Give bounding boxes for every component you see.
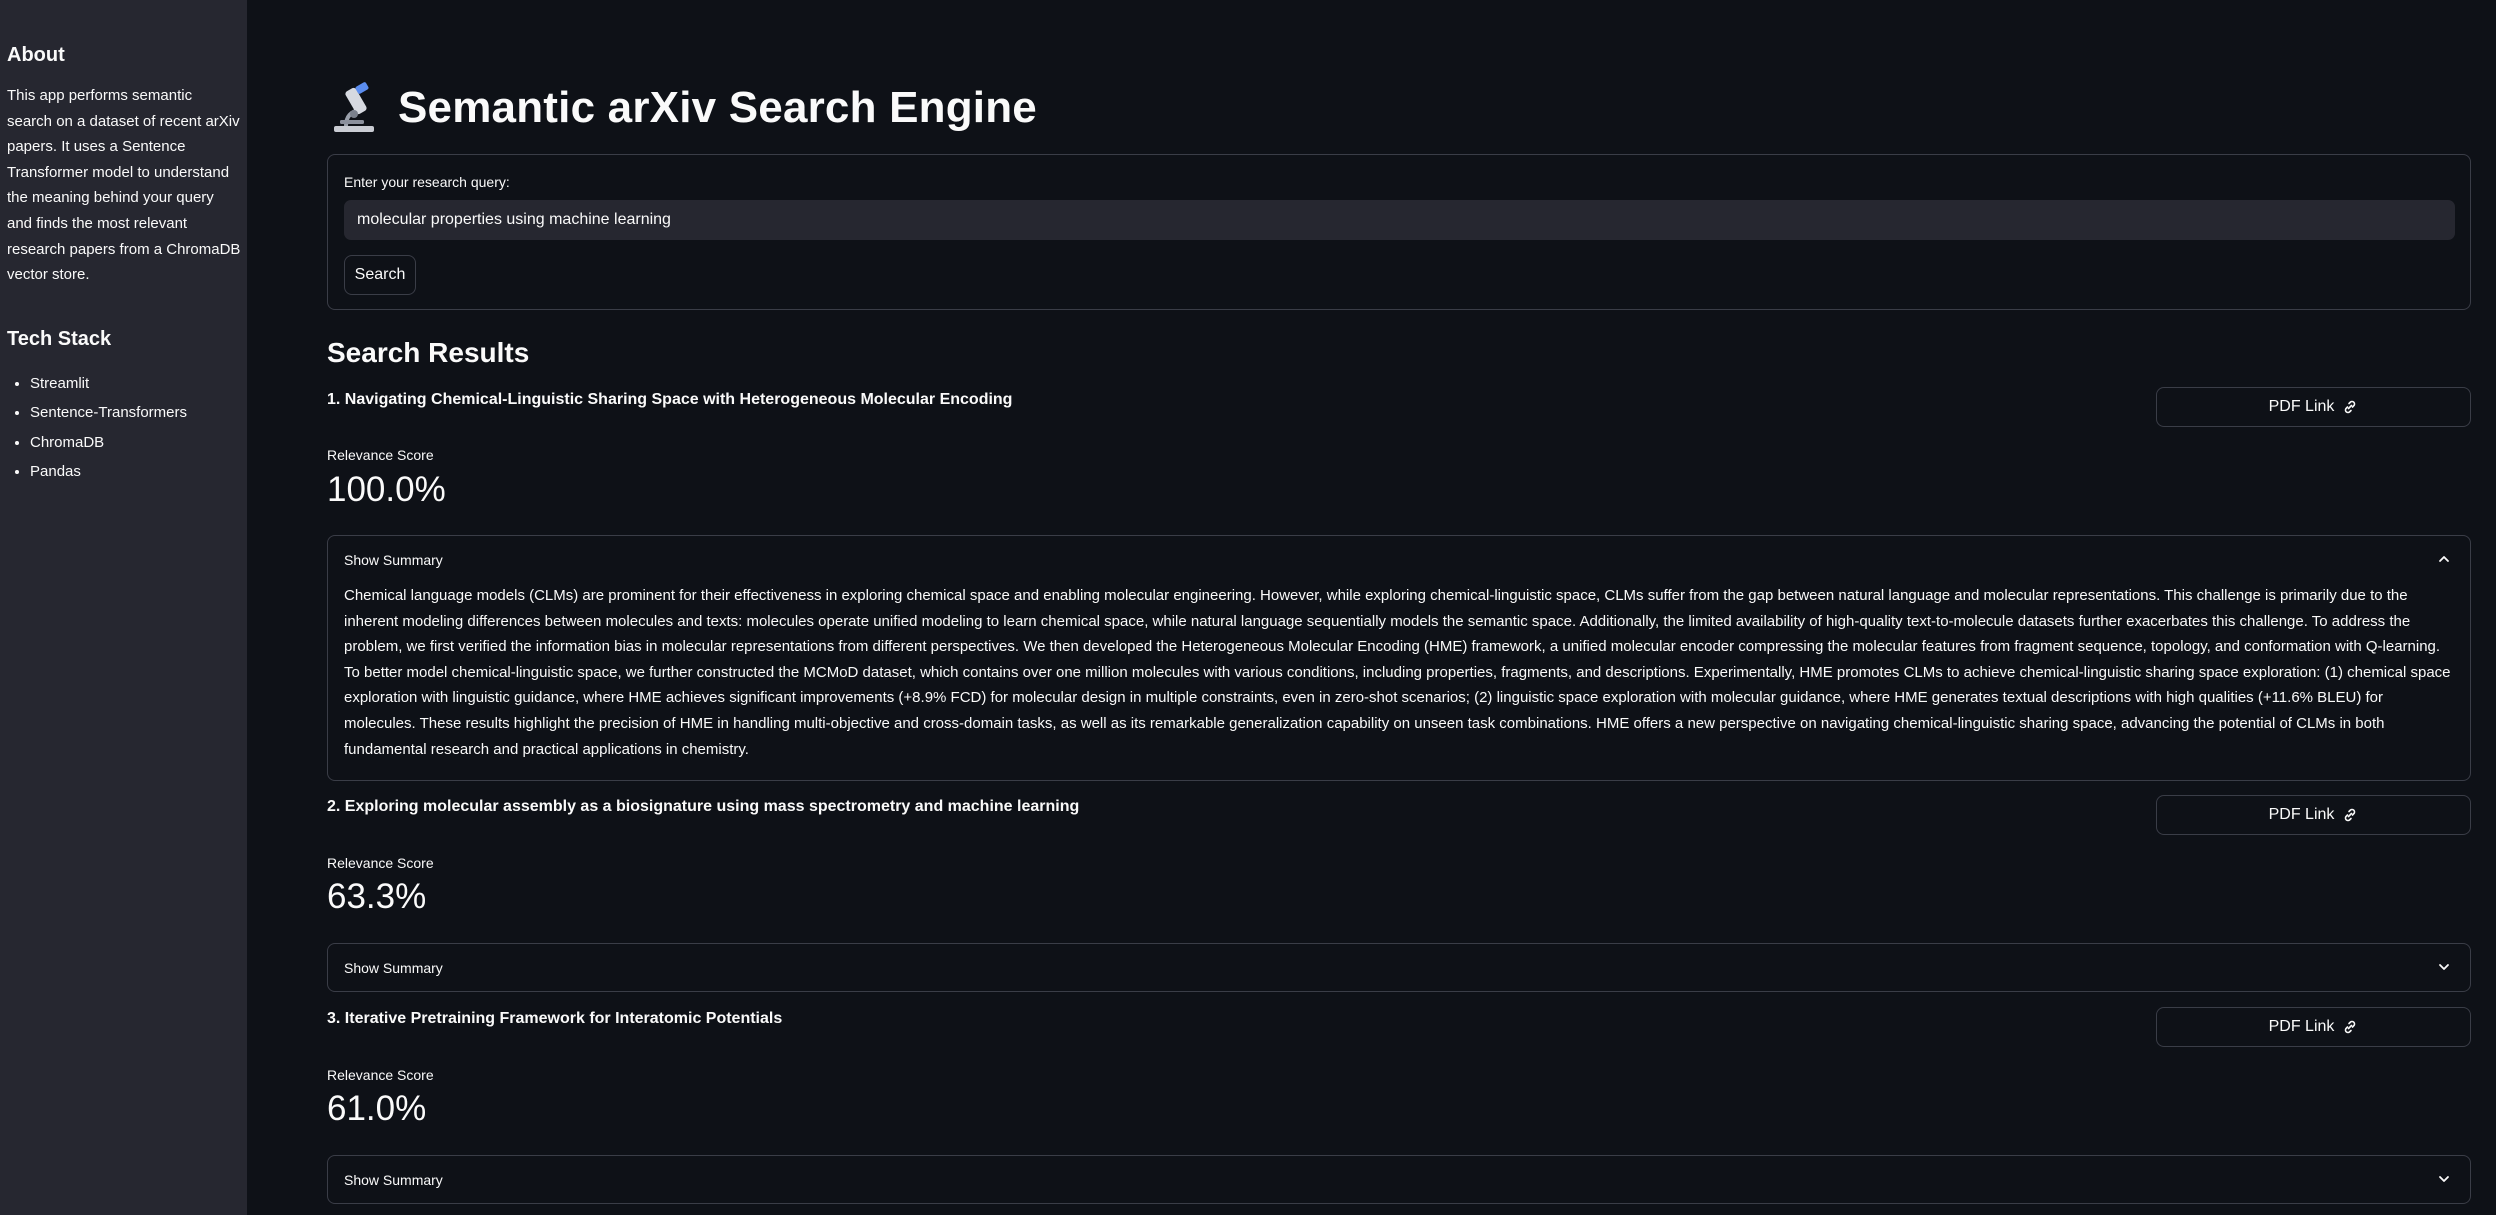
- score-label: Relevance Score: [327, 1067, 434, 1083]
- tech-item: Sentence-Transformers: [30, 398, 241, 428]
- search-input[interactable]: molecular properties using machine learn…: [344, 200, 2455, 240]
- summary-toggle[interactable]: Show Summary: [328, 536, 2470, 583]
- link-icon: [2345, 1020, 2356, 1034]
- pdf-link-label: PDF Link: [2268, 1018, 2335, 1035]
- tech-item: Pandas: [30, 457, 241, 487]
- pdf-link-label: PDF Link: [2268, 806, 2335, 823]
- pdf-link-button[interactable]: PDF Link: [2156, 795, 2471, 835]
- pdf-link-label: PDF Link: [2268, 398, 2335, 415]
- link-icon: [2345, 808, 2356, 822]
- query-label: Enter your research query:: [344, 174, 510, 190]
- chevron-down-icon: [2439, 1176, 2449, 1182]
- summary-toggle[interactable]: Show Summary: [328, 944, 2470, 991]
- page-header: Semantic arXiv Search Engine: [330, 82, 1037, 134]
- summary-text: Chemical language models (CLMs) are prom…: [344, 587, 2451, 758]
- result-title: 1. Navigating Chemical-Linguistic Sharin…: [327, 391, 1013, 408]
- chevron-down-icon: [2439, 964, 2449, 970]
- search-form: Enter your research query: molecular pro…: [327, 154, 2471, 310]
- summary-toggle-label: Show Summary: [344, 551, 443, 568]
- summary-expander: Show Summary: [327, 1155, 2471, 1204]
- page-title: Semantic arXiv Search Engine: [398, 83, 1037, 132]
- result-title: 3. Iterative Pretraining Framework for I…: [327, 1010, 783, 1027]
- about-title: About: [7, 44, 65, 66]
- summary-toggle[interactable]: Show Summary: [328, 1156, 2470, 1203]
- score-value: 63.3%: [327, 877, 427, 916]
- summary-toggle-label: Show Summary: [344, 1171, 443, 1188]
- summary-toggle-label: Show Summary: [344, 959, 443, 976]
- results-title: Search Results: [327, 337, 530, 368]
- tech-stack-list: Streamlit Sentence-Transformers ChromaDB…: [7, 369, 241, 487]
- tech-item: ChromaDB: [30, 428, 241, 458]
- link-icon: [2345, 400, 2356, 414]
- about-text: This app performs semantic search on a d…: [7, 87, 241, 284]
- summary-expander: Show Summary: [327, 943, 2471, 992]
- summary-expander: Show Summary Chemical language models (C…: [327, 535, 2471, 782]
- tech-stack-title: Tech Stack: [7, 327, 112, 350]
- search-button[interactable]: Search: [344, 255, 416, 295]
- pdf-link-button[interactable]: PDF Link: [2156, 387, 2471, 427]
- score-label: Relevance Score: [327, 447, 434, 463]
- score-value: 61.0%: [327, 1089, 427, 1128]
- pdf-link-button[interactable]: PDF Link: [2156, 1007, 2471, 1047]
- sidebar: About This app performs semantic search …: [0, 0, 247, 1215]
- result-title: 2. Exploring molecular assembly as a bio…: [327, 798, 1080, 815]
- score-label: Relevance Score: [327, 855, 434, 871]
- microscope-icon: [334, 82, 374, 132]
- tech-item: Streamlit: [30, 369, 241, 399]
- chevron-up-icon: [2439, 556, 2449, 562]
- score-value: 100.0%: [327, 470, 446, 509]
